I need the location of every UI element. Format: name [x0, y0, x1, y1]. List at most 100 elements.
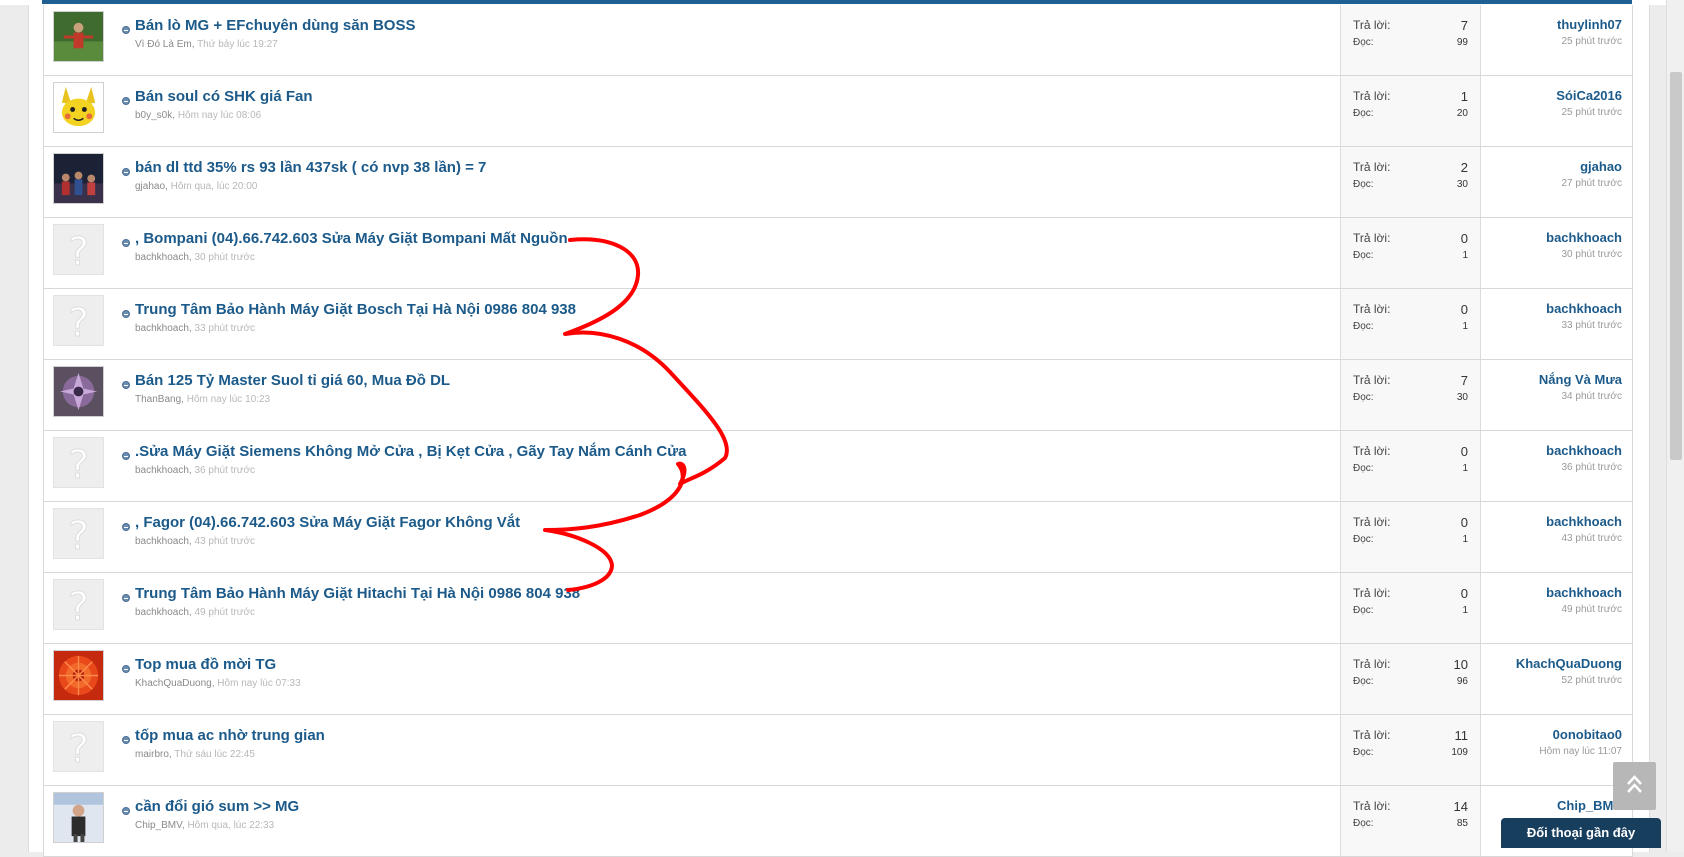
thread-stats: Trả lời: 0 Đọc: 1 [1340, 502, 1481, 572]
thread-title-link[interactable]: Bán 125 Tỷ Master Suol tỉ giá 60, Mua Đồ… [135, 372, 450, 389]
thread-row: Top mua đồ mời TG KhachQuaDuong, Hôm nay… [44, 644, 1632, 715]
avatar[interactable]: ? [53, 437, 104, 488]
last-post-time[interactable]: 34 phút trước [1482, 391, 1622, 402]
thread-meta: b0y_s0k, Hôm nay lúc 08:06 [135, 110, 261, 121]
thread-author-link[interactable]: bachkhoach, [135, 323, 192, 334]
thread-author-link[interactable]: Vì Đó Là Em, [135, 39, 194, 50]
thread-row: ? tốp mua ac nhờ trung gian mairbro, Thứ… [44, 715, 1632, 786]
avatar[interactable] [53, 366, 104, 417]
last-poster-link[interactable]: SóiCa2016 [1482, 88, 1622, 103]
thread-author-link[interactable]: bachkhoach, [135, 465, 192, 476]
last-poster-link[interactable]: bachkhoach [1482, 443, 1622, 458]
last-poster-link[interactable]: bachkhoach [1482, 301, 1622, 316]
replies-label: Trả lời: [1353, 515, 1391, 529]
thread-title-link[interactable]: Top mua đồ mời TG [135, 656, 276, 673]
avatar[interactable] [53, 82, 104, 133]
last-poster-link[interactable]: thuylinh07 [1482, 17, 1622, 32]
last-post-time[interactable]: 36 phút trước [1482, 462, 1622, 473]
thread-author-link[interactable]: Chip_BMV, [135, 820, 185, 831]
last-post-time[interactable]: 43 phút trước [1482, 533, 1622, 544]
last-poster-link[interactable]: KhachQuaDuong [1482, 656, 1622, 671]
avatar[interactable]: ? [53, 224, 104, 275]
thread-stats: Trả lời: 1 Đọc: 20 [1340, 76, 1481, 146]
last-post-time[interactable]: 25 phút trước [1482, 36, 1622, 47]
thread-preview-icon[interactable] [122, 381, 130, 389]
last-poster-link[interactable]: Nắng Và Mưa [1482, 372, 1622, 387]
thread-title-link[interactable]: , Bompani (04).66.742.603 Sửa Máy Giặt B… [135, 230, 568, 247]
last-post-time[interactable]: 49 phút trước [1482, 604, 1622, 615]
last-poster-link[interactable]: bachkhoach [1482, 230, 1622, 245]
thread-preview-icon[interactable] [122, 452, 130, 460]
last-post-time[interactable]: 25 phút trước [1482, 107, 1622, 118]
last-poster-link[interactable]: bachkhoach [1482, 514, 1622, 529]
thread-preview-icon[interactable] [122, 26, 130, 34]
thread-preview-icon[interactable] [122, 807, 130, 815]
thread-preview-icon[interactable] [122, 523, 130, 531]
avatar[interactable] [53, 153, 104, 204]
avatar[interactable] [53, 650, 104, 701]
thread-title-link[interactable]: tốp mua ac nhờ trung gian [135, 727, 325, 744]
thread-meta: gjahao, Hôm qua, lúc 20:00 [135, 181, 257, 192]
thread-author-link[interactable]: gjahao, [135, 181, 168, 192]
page-scrollbar[interactable] [1666, 0, 1684, 852]
thread-author-link[interactable]: bachkhoach, [135, 252, 192, 263]
thread-title-link[interactable]: Trung Tâm Bảo Hành Máy Giặt Bosch Tại Hà… [135, 301, 576, 318]
views-count: 30 [1456, 392, 1468, 403]
thread-preview-icon[interactable] [122, 97, 130, 105]
thread-author-link[interactable]: bachkhoach, [135, 536, 192, 547]
thread-title-link[interactable]: Trung Tâm Bảo Hành Máy Giặt Hitachi Tại … [135, 585, 580, 602]
thread-title-link[interactable]: bán dl ttd 35% rs 93 lần 437sk ( có nvp … [135, 159, 486, 176]
thread-stats: Trả lời: 0 Đọc: 1 [1340, 218, 1481, 288]
thread-stats: Trả lời: 0 Đọc: 1 [1340, 289, 1481, 359]
last-post-info: bachkhoach 49 phút trước [1482, 585, 1622, 615]
avatar[interactable]: ? [53, 721, 104, 772]
replies-count: 7 [1460, 373, 1468, 388]
thread-title-link[interactable]: Bán soul có SHK giá Fan [135, 88, 313, 105]
thread-title-link[interactable]: , Fagor (04).66.742.603 Sửa Máy Giặt Fag… [135, 514, 520, 531]
avatar[interactable]: ? [53, 295, 104, 346]
thread-title-link[interactable]: Bán lò MG + EFchuyên dùng săn BOSS [135, 17, 415, 34]
thread-author-link[interactable]: b0y_s0k, [135, 110, 175, 121]
thread-title-link[interactable]: .Sửa Máy Giặt Siemens Không Mở Cửa , Bị … [135, 443, 686, 460]
thread-preview-icon[interactable] [122, 665, 130, 673]
views-count: 1 [1462, 463, 1468, 474]
last-post-time[interactable]: 27 phút trước [1482, 178, 1622, 189]
last-poster-link[interactable]: Chip_BMV [1482, 798, 1622, 813]
views-count: 1 [1462, 250, 1468, 261]
thread-row: Bán 125 Tỷ Master Suol tỉ giá 60, Mua Đồ… [44, 360, 1632, 431]
last-post-time[interactable]: 33 phút trước [1482, 320, 1622, 331]
top-accent-line [42, 0, 1632, 4]
thread-author-link[interactable]: mairbro, [135, 749, 172, 760]
avatar[interactable] [53, 11, 104, 62]
replies-label: Trả lời: [1353, 231, 1391, 245]
last-post-time[interactable]: 30 phút trước [1482, 249, 1622, 260]
thread-author-link[interactable]: ThanBang, [135, 394, 184, 405]
thread-preview-icon[interactable] [122, 594, 130, 602]
last-poster-link[interactable]: 0onobitao0 [1482, 727, 1622, 742]
last-poster-link[interactable]: gjahao [1482, 159, 1622, 174]
thread-start-time: Thứ sáu lúc 22:45 [174, 749, 255, 760]
thread-author-link[interactable]: KhachQuaDuong, [135, 678, 215, 689]
thread-author-link[interactable]: bachkhoach, [135, 607, 192, 618]
thread-preview-icon[interactable] [122, 310, 130, 318]
thread-preview-icon[interactable] [122, 239, 130, 247]
avatar[interactable]: ? [53, 579, 104, 630]
avatar[interactable] [53, 792, 104, 843]
last-post-info: Chip_BMV [1482, 798, 1622, 817]
thread-preview-icon[interactable] [122, 736, 130, 744]
thread-title-link[interactable]: cần đổi gió sum >> MG [135, 798, 299, 815]
views-label: Đọc: [1353, 818, 1374, 829]
last-poster-link[interactable]: bachkhoach [1482, 585, 1622, 600]
thread-preview-icon[interactable] [122, 168, 130, 176]
replies-label: Trả lời: [1353, 657, 1391, 671]
last-post-info: thuylinh07 25 phút trước [1482, 17, 1622, 47]
svg-text:?: ? [68, 585, 89, 629]
svg-text:?: ? [68, 443, 89, 487]
last-post-time[interactable]: 52 phút trước [1482, 675, 1622, 686]
recent-conversations-button[interactable]: Đối thoại gần đây [1501, 818, 1661, 848]
avatar[interactable]: ? [53, 508, 104, 559]
scrollbar-thumb[interactable] [1670, 72, 1682, 460]
thread-meta: KhachQuaDuong, Hôm nay lúc 07:33 [135, 678, 301, 689]
last-post-time[interactable]: Hôm nay lúc 11:07 [1482, 746, 1622, 757]
back-to-top-button[interactable] [1613, 762, 1656, 810]
